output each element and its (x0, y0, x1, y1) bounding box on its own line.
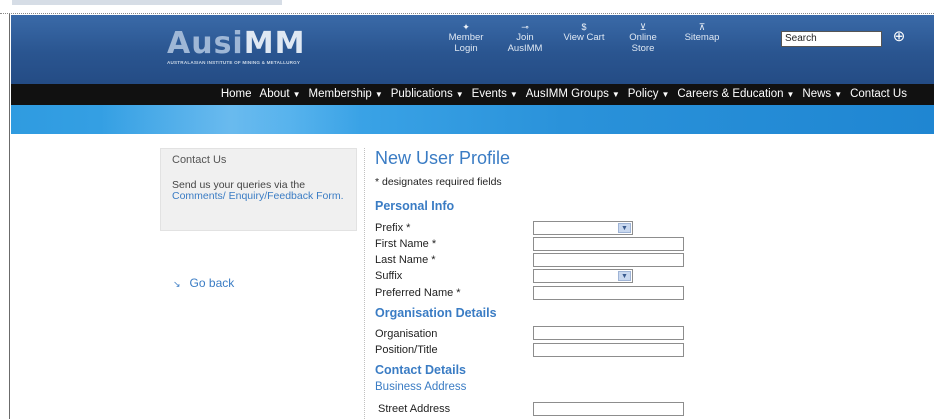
last-name-field[interactable] (533, 253, 684, 267)
decorative-banner (11, 105, 934, 134)
prefix-select[interactable]: ▼ (533, 221, 633, 235)
site-header: AusiMM AUSTRALASIAN INSTITUTE OF MINING … (11, 15, 934, 84)
window-left-frame (0, 14, 10, 419)
join-ausimm-link[interactable]: ⊸ Join AusIMM (500, 22, 550, 54)
online-store-link[interactable]: ⊻ Online Store (618, 22, 668, 54)
nav-careers-label: Careers & Education (677, 88, 784, 100)
organisation-field[interactable] (533, 326, 684, 340)
view-cart-label: View Cart (563, 32, 605, 43)
go-back-label: Go back (189, 276, 235, 290)
preferred-name-label: Preferred Name * (375, 287, 461, 299)
banner-highlight (101, 105, 361, 134)
nav-home-label: Home (220, 88, 252, 100)
chevron-down-icon: ▼ (509, 90, 518, 99)
nav-contact-label: Contact Us (850, 88, 907, 100)
main-nav-bar: Home About ▼ Membership ▼ Publications ▼ Ev… (11, 84, 934, 105)
chevron-down-icon: ▼ (611, 90, 620, 99)
online-store-label: Online Store (629, 32, 657, 54)
nav-news[interactable]: News ▼ (802, 88, 842, 100)
browser-top-edge (0, 0, 934, 14)
chevron-down-icon: ▼ (786, 90, 795, 99)
logo-main-text: Ausi (167, 26, 244, 61)
search-input[interactable]: Search (781, 31, 882, 47)
nav-publications[interactable]: Publications ▼ (391, 88, 464, 100)
street-address-field[interactable] (533, 402, 684, 416)
contact-us-text: Send us your queries via the Comments/ E… (172, 180, 347, 202)
column-divider (364, 148, 365, 419)
position-title-label: Position/Title (375, 344, 438, 356)
prefix-label: Prefix * (375, 222, 411, 234)
member-login-icon: ✦ (462, 22, 470, 32)
nav-publications-label: Publications (390, 88, 453, 100)
nav-contact-us[interactable]: Contact Us (850, 88, 907, 100)
nav-groups-label: AusIMM Groups (525, 88, 609, 100)
nav-membership-label: Membership (308, 88, 372, 100)
main-nav: Home About ▼ Membership ▼ Publications ▼ Ev… (213, 88, 907, 100)
nav-home[interactable]: Home (221, 88, 252, 100)
nav-events-label: Events (471, 88, 507, 100)
nav-ausimm-groups[interactable]: AusIMM Groups ▼ (526, 88, 620, 100)
suffix-label: Suffix (375, 270, 403, 282)
organisation-details-heading: Organisation Details (375, 306, 497, 320)
position-title-field[interactable] (533, 343, 684, 357)
suffix-select[interactable]: ▼ (533, 269, 633, 283)
contact-details-heading: Contact Details (375, 363, 466, 377)
sitemap-link[interactable]: ⊼ Sitemap (677, 22, 727, 54)
cart-icon: $ (581, 22, 587, 32)
member-login-label: Member Login (448, 32, 484, 54)
preferred-name-field[interactable] (533, 286, 684, 300)
sitemap-label: Sitemap (684, 32, 720, 43)
join-ausimm-label: Join AusIMM (507, 32, 543, 54)
search-go-icon[interactable]: ⊕ (890, 28, 908, 46)
nav-policy[interactable]: Policy ▼ (628, 88, 670, 100)
personal-info-heading: Personal Info (375, 199, 455, 213)
logo-accent-text: MM (243, 26, 306, 61)
chevron-down-icon: ▼ (292, 90, 301, 99)
nav-news-label: News (802, 88, 832, 100)
nav-careers-education[interactable]: Careers & Education ▼ (677, 88, 794, 100)
contact-us-title: Contact Us (172, 154, 227, 166)
required-fields-note: * designates required fields (375, 176, 502, 188)
store-icon: ⊻ (639, 22, 647, 32)
feedback-form-link[interactable]: Comments/ Enquiry/Feedback Form. (172, 190, 344, 202)
nav-about-label: About (259, 88, 290, 100)
chevron-down-icon: ▼ (455, 90, 464, 99)
first-name-label: First Name * (375, 238, 437, 250)
arrow-down-right-icon: ↘ (173, 279, 181, 289)
sitemap-icon: ⊼ (698, 22, 706, 32)
member-login-link[interactable]: ✦ Member Login (441, 22, 491, 54)
organisation-label: Organisation (375, 328, 438, 340)
contact-us-box: Contact Us Send us your queries via the … (160, 148, 357, 231)
first-name-field[interactable] (533, 237, 684, 251)
ausimm-logo[interactable]: AusiMM AUSTRALASIAN INSTITUTE OF MINING … (167, 26, 306, 66)
chevron-down-icon: ▼ (374, 90, 383, 99)
chevron-down-icon: ▼ (618, 223, 631, 233)
last-name-label: Last Name * (375, 254, 436, 266)
view-cart-link[interactable]: $ View Cart (559, 22, 609, 54)
business-address-heading: Business Address (375, 381, 467, 393)
go-back-link[interactable]: ↘ Go back (173, 276, 234, 290)
nav-membership[interactable]: Membership ▼ (309, 88, 383, 100)
logo-subtitle: AUSTRALASIAN INSTITUTE OF MINING & METAL… (167, 60, 301, 65)
chevron-down-icon: ▼ (834, 90, 843, 99)
header-quicklinks: ✦ Member Login ⊸ Join AusIMM $ View Cart… (441, 22, 736, 54)
nav-policy-label: Policy (627, 88, 659, 100)
chevron-down-icon: ▼ (618, 271, 631, 281)
page-title: New User Profile (375, 148, 511, 168)
nav-events[interactable]: Events ▼ (472, 88, 518, 100)
street-address-label: Street Address (378, 403, 451, 415)
chevron-down-icon: ▼ (661, 90, 670, 99)
nav-about[interactable]: About ▼ (260, 88, 301, 100)
join-icon: ⊸ (521, 22, 529, 32)
tab-strip-hint (12, 0, 282, 5)
